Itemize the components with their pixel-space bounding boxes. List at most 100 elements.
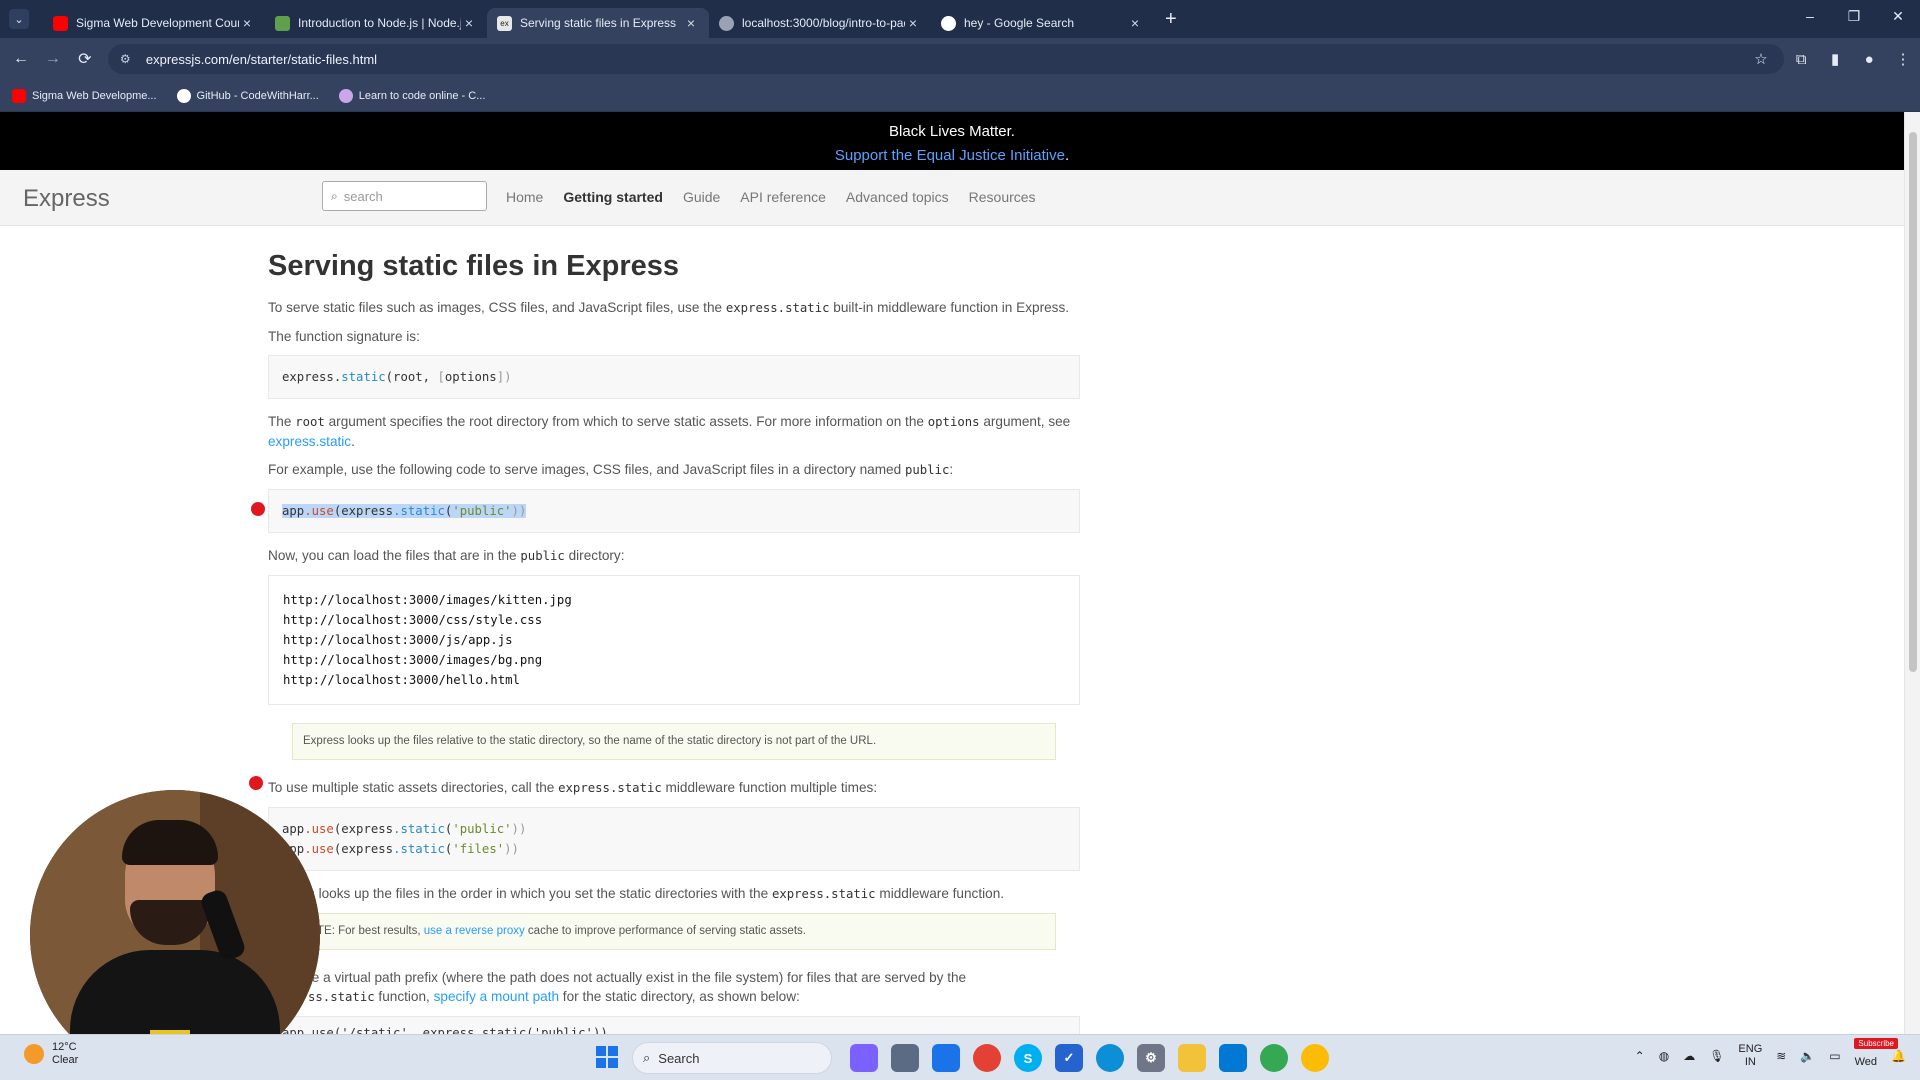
reload-icon[interactable]: ⟳ [74, 49, 96, 69]
banner-link[interactable]: Support the Equal Justice Initiative [835, 147, 1065, 164]
globe-icon [719, 15, 734, 31]
back-icon[interactable]: ← [10, 50, 32, 68]
menu-icon[interactable]: ⋮ [1886, 50, 1920, 68]
code-token: (express [333, 842, 394, 856]
code-token: (express [333, 504, 394, 518]
nav-getting-started[interactable]: Getting started [563, 189, 663, 205]
nav-guide[interactable]: Guide [683, 189, 720, 205]
url-line: http://localhost:3000/images/bg.png [283, 653, 543, 667]
nav-resources[interactable]: Resources [969, 189, 1036, 205]
text: middleware function. [875, 886, 1005, 901]
browser-tab-active[interactable]: ex Serving static files in Express × [487, 8, 709, 38]
skype-icon[interactable]: S [1014, 1044, 1042, 1072]
settings-icon[interactable]: ⚙ [1137, 1044, 1165, 1072]
site-info-icon[interactable]: ⚙ [120, 52, 136, 66]
code-token: static [341, 370, 386, 384]
volume-icon[interactable]: 🔈 [1800, 1049, 1815, 1063]
google-icon [941, 15, 956, 31]
reverse-proxy-link[interactable]: use a reverse proxy [424, 925, 525, 937]
code-block-example[interactable]: app.use(express.static('public')) [268, 489, 1080, 533]
mount-path-link[interactable]: specify a mount path [434, 989, 559, 1004]
text: . [351, 434, 355, 449]
file-explorer-icon[interactable] [1178, 1044, 1206, 1072]
subscribe-badge: Subscribe [1854, 1038, 1898, 1049]
microphone-icon[interactable]: 🎙 [1709, 1049, 1724, 1063]
window-controls: – ❐ ✕ [1788, 8, 1920, 25]
tray-overflow-icon[interactable]: ⌃ [1635, 1049, 1645, 1063]
taskbar-search-label: Search [658, 1050, 700, 1066]
copilot-icon[interactable] [850, 1044, 878, 1072]
windows-taskbar: 12°C Clear ⌕ Search S ✓ ⚙ ⌃ ◍ ☁ 🎙 ENG IN… [0, 1034, 1920, 1080]
browser-tab[interactable]: localhost:3000/blog/intro-to-padosi-h × [709, 8, 931, 38]
chrome-active-icon[interactable] [1301, 1044, 1329, 1072]
browser-tab[interactable]: Introduction to Node.js | Node.js × [265, 8, 487, 38]
windows-start-icon[interactable] [596, 1046, 618, 1068]
calendar-icon[interactable] [932, 1044, 960, 1072]
tab-close-icon[interactable]: × [683, 15, 699, 31]
text: To serve static files such as images, CS… [268, 300, 726, 315]
close-window-icon[interactable]: ✕ [1876, 8, 1920, 25]
paragraph: te a virtual path prefix (where the path… [268, 968, 1080, 1007]
tab-close-icon[interactable]: × [461, 15, 477, 31]
nodejs-icon [275, 15, 290, 31]
edge-icon[interactable] [1096, 1044, 1124, 1072]
bookmark-item[interactable]: GitHub - CodeWithHarr... [176, 88, 319, 103]
security-icon[interactable]: ◍ [1659, 1049, 1669, 1063]
forward-icon[interactable]: → [42, 50, 64, 68]
onedrive-icon[interactable]: ☁ [1683, 1049, 1695, 1063]
page-scrollbar[interactable] [1904, 112, 1920, 1034]
extensions-icon[interactable]: ⧉ [1784, 51, 1818, 68]
breakpoint-marker[interactable] [251, 502, 265, 516]
weather-temp: 12°C [52, 1041, 77, 1053]
url-line: http://localhost:3000/images/kitten.jpg [283, 593, 572, 607]
chrome-icon[interactable] [973, 1044, 1001, 1072]
inline-code: public [520, 549, 565, 563]
profile-icon[interactable]: ● [1852, 51, 1886, 68]
tab-search-button[interactable]: ⌄ [9, 9, 29, 29]
minimize-icon[interactable]: – [1788, 8, 1832, 25]
restore-icon[interactable]: ❐ [1832, 8, 1876, 25]
tab-close-icon[interactable]: × [239, 15, 255, 31]
taskbar-search-input[interactable]: ⌕ Search [632, 1042, 832, 1074]
weather-icon [24, 1044, 44, 1064]
tab-close-icon[interactable]: × [1127, 15, 1143, 31]
vscode-icon[interactable] [1219, 1044, 1247, 1072]
todo-icon[interactable]: ✓ [1055, 1044, 1083, 1072]
address-bar-row: ← → ⟳ ⚙ expressjs.com/en/starter/static-… [0, 38, 1920, 80]
weather-widget[interactable]: 12°C Clear [24, 1041, 78, 1067]
weather-desc: Clear [52, 1054, 79, 1066]
wifi-icon[interactable]: ≋ [1776, 1049, 1786, 1063]
bookmark-star-icon[interactable]: ☆ [1754, 50, 1784, 68]
nav-api-reference[interactable]: API reference [740, 189, 826, 205]
site-search-input[interactable]: ⌕ search [322, 181, 487, 211]
chrome-icon[interactable] [1260, 1044, 1288, 1072]
battery-icon[interactable]: ▭ [1829, 1049, 1840, 1063]
code-token: .static [393, 822, 445, 836]
browser-tab[interactable]: Sigma Web Development Course - W × [43, 8, 265, 38]
express-static-link[interactable]: express.static [268, 434, 351, 449]
selected-code[interactable]: app.use(express.static('public')) [282, 504, 527, 518]
code-token: )) [511, 504, 527, 518]
url-input[interactable]: ⚙ expressjs.com/en/starter/static-files.… [107, 44, 1785, 74]
bookmark-item[interactable]: Sigma Web Developme... [12, 88, 157, 103]
text: The [268, 414, 296, 429]
browser-tab[interactable]: hey - Google Search × [931, 8, 1153, 38]
new-tab-icon[interactable]: + [1165, 8, 1177, 31]
code-token: .static [393, 842, 445, 856]
side-panel-icon[interactable]: ▮ [1818, 50, 1852, 68]
express-logo[interactable]: Express [23, 185, 110, 213]
notification-icon[interactable]: 🔔 [1891, 1049, 1906, 1063]
text: TE: For best results, [317, 925, 424, 937]
scrollbar-thumb[interactable] [1909, 132, 1917, 672]
task-view-icon[interactable] [891, 1044, 919, 1072]
nav-home[interactable]: Home [506, 189, 543, 205]
nav-advanced-topics[interactable]: Advanced topics [846, 189, 949, 205]
code-token: 'public' [452, 504, 512, 518]
bookmark-item[interactable]: Learn to code online - C... [338, 88, 485, 103]
language-text: ENG [1738, 1043, 1763, 1055]
breakpoint-marker[interactable] [249, 776, 263, 790]
tab-title: hey - Google Search [964, 16, 1075, 30]
language-indicator[interactable]: ENG IN [1738, 1043, 1762, 1069]
tab-close-icon[interactable]: × [905, 15, 921, 31]
bookmark-label: Sigma Web Developme... [32, 89, 157, 102]
